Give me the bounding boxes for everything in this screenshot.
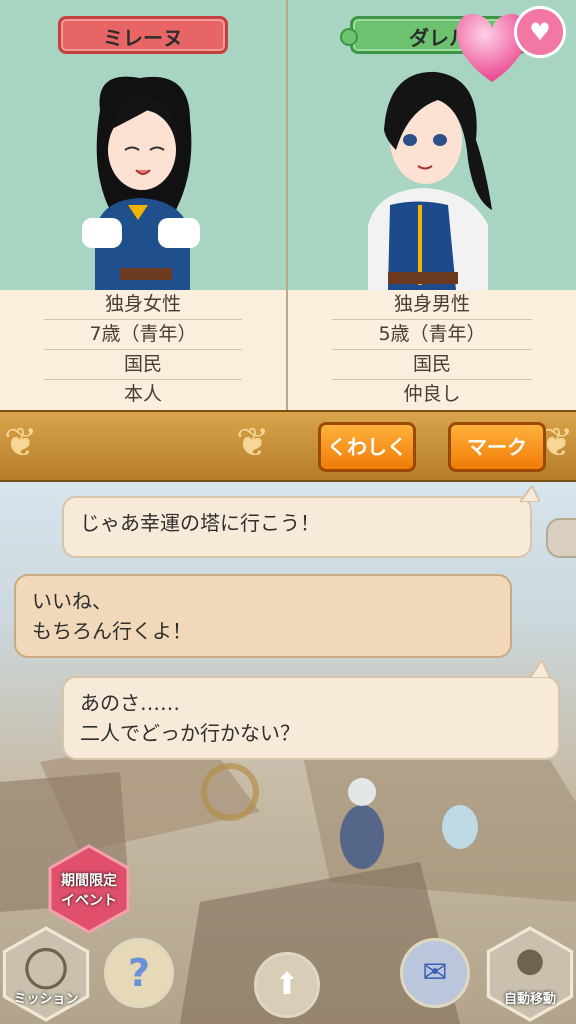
auto-move-label: 自動移動	[503, 992, 556, 1007]
bag-icon: ✉	[422, 955, 448, 990]
ornament-center-icon: ❦	[236, 420, 270, 466]
dialogue-bubble-1: じゃあ幸運の塔に行こう！	[62, 496, 532, 558]
dialogue-2-line-2: もちろん行くよ！	[32, 619, 192, 643]
scroll-up-button[interactable]: ⬆	[254, 952, 320, 1018]
left-profile-panel: ミレーヌ 独身女性 7歳（青年） 国民 本人	[0, 0, 288, 410]
mission-hexagon-icon	[2, 926, 90, 1022]
dialogue-3-line-2: 二人でどっか行かない？	[80, 721, 300, 745]
event-label-line-2: イベント	[61, 893, 117, 909]
mission-button[interactable]: ミッション	[2, 926, 90, 1022]
left-profile-info: 独身女性 7歳（青年） 国民 本人	[0, 290, 286, 410]
help-button[interactable]: ?	[104, 938, 174, 1008]
left-citizenship: 国民	[44, 350, 242, 380]
heart-icon: ♥	[529, 18, 551, 46]
mission-label: ミッション	[13, 992, 79, 1007]
favorite-heart-button[interactable]: ♥	[514, 6, 566, 58]
dialogue-2-line-1: いいね、	[32, 589, 112, 613]
auto-move-button[interactable]: 自動移動	[486, 926, 574, 1022]
tap-hand-icon[interactable]	[546, 518, 576, 558]
right-age: 5歳（青年）	[332, 320, 532, 350]
bubble-tail-3	[530, 660, 550, 678]
tag-hole-decoration	[340, 28, 358, 46]
right-relationship: 仲良し	[403, 383, 461, 405]
auto-move-hexagon-icon	[486, 926, 574, 1022]
bubble-tail-1	[520, 486, 540, 502]
left-status: 独身女性	[44, 290, 242, 320]
game-scene[interactable]: じゃあ幸運の塔に行こう！ いいね、 もちろん行くよ！ あのさ…… 二人でどっか行…	[0, 482, 576, 1024]
details-button[interactable]: くわしく	[318, 422, 416, 472]
mark-button[interactable]: マーク	[448, 422, 546, 472]
left-age: 7歳（青年）	[44, 320, 242, 350]
ornament-left-icon: ❦	[4, 420, 38, 466]
dialogue-bubble-2: いいね、 もちろん行くよ！	[14, 574, 512, 658]
event-label-line-1: 期間限定	[61, 873, 117, 889]
dialogue-1-text: じゃあ幸運の塔に行こう！	[80, 511, 320, 535]
right-status: 独身男性	[332, 290, 532, 320]
question-icon: ?	[127, 951, 151, 995]
dialogue-3-line-1: あのさ……	[80, 691, 180, 715]
left-relationship: 本人	[123, 383, 162, 405]
action-bar: ❦ ❦ ❦ くわしく マーク	[0, 410, 576, 482]
limited-event-button[interactable]: 期間限定 イベント	[48, 844, 130, 934]
left-name-tag: ミレーヌ	[58, 16, 228, 54]
right-citizenship: 国民	[332, 350, 532, 380]
dialogue-bubble-3: あのさ…… 二人でどっか行かない？	[62, 676, 560, 760]
item-bag-button[interactable]: ✉	[400, 938, 470, 1008]
up-arrow-icon: ⬆	[274, 967, 300, 1002]
right-profile-info: 独身男性 5歳（青年） 国民 仲良し	[288, 290, 576, 410]
